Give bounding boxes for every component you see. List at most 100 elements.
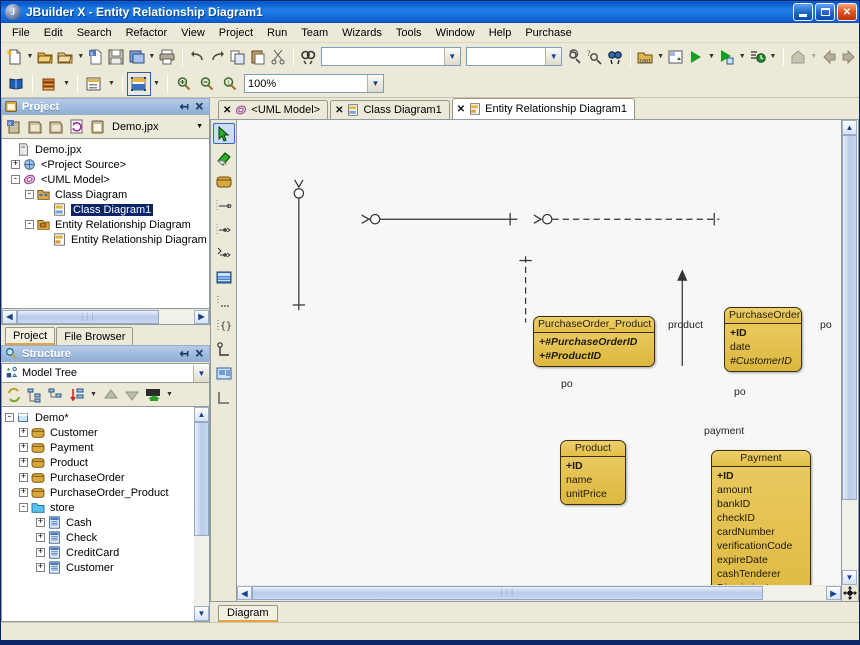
search-again-icon[interactable] <box>565 46 584 68</box>
home-dropdown-icon[interactable]: ▼ <box>809 46 819 68</box>
scroll-thumb[interactable] <box>842 135 857 501</box>
dependency-tool-icon[interactable] <box>213 291 235 312</box>
expander-icon[interactable]: - <box>11 175 20 184</box>
scroll-right-button[interactable]: ▶ <box>194 309 209 324</box>
close-icon[interactable]: ✕ <box>335 105 343 116</box>
zoom-level-combo[interactable]: 100% ▼ <box>244 74 384 93</box>
expander-icon[interactable]: + <box>36 548 45 557</box>
close-icon[interactable]: ✕ <box>192 347 207 360</box>
entity-product[interactable]: Product +ID name unitPrice <box>560 440 626 505</box>
filter-dropdown-icon[interactable]: ▼ <box>164 384 175 406</box>
tree-row-class-diagram1[interactable]: Class Diagram1 <box>5 202 209 217</box>
optimize-dropdown-icon[interactable]: ▼ <box>768 46 778 68</box>
search-dropdown-icon[interactable]: ▼ <box>443 48 460 65</box>
tab-project[interactable]: Project <box>5 327 56 345</box>
menu-team[interactable]: Team <box>294 25 335 41</box>
open-file-icon[interactable] <box>56 46 75 68</box>
new-ui-dropdown-icon[interactable]: ▼ <box>106 73 117 95</box>
layers-icon[interactable] <box>38 73 60 95</box>
designer-icon[interactable] <box>127 71 151 96</box>
expander-icon[interactable]: + <box>19 473 28 482</box>
tree-row-class-diagram-folder[interactable]: - Class Diagram <box>5 187 209 202</box>
tree-row-package-store[interactable]: - store <box>5 500 194 515</box>
undo-icon[interactable] <box>188 46 207 68</box>
expander-icon[interactable]: + <box>19 488 28 497</box>
structure-tree[interactable]: - Demo* + Customer + Payment + Product +… <box>1 406 194 622</box>
canvas-navigator-button[interactable] <box>841 585 858 601</box>
document-tab-class-diagram1[interactable]: ✕ Class Diagram1 <box>330 100 450 119</box>
sort-icon[interactable] <box>67 385 86 404</box>
close-project-icon[interactable]: x <box>4 117 23 136</box>
save-icon[interactable] <box>107 46 126 68</box>
sort-dropdown-icon[interactable]: ▼ <box>88 384 99 406</box>
zoom-out-icon[interactable] <box>196 73 218 95</box>
redo-icon[interactable] <box>208 46 227 68</box>
dock-icon[interactable]: ↤ <box>177 100 192 113</box>
debug-icon[interactable] <box>717 46 736 68</box>
scroll-up-button[interactable]: ▲ <box>842 120 857 135</box>
expander-icon[interactable]: + <box>36 563 45 572</box>
tree-row-er-folder[interactable]: - Entity Relationship Diagram <box>5 217 209 232</box>
sync-icon[interactable] <box>4 385 23 404</box>
close-icon[interactable]: ✕ <box>223 105 231 116</box>
corner-tool-icon[interactable] <box>213 387 235 408</box>
browse-classes-icon[interactable] <box>606 46 625 68</box>
scroll-thumb[interactable]: ┊┊┊ <box>17 309 159 324</box>
scroll-track[interactable] <box>842 135 857 570</box>
menu-run[interactable]: Run <box>260 25 294 41</box>
close-icon[interactable]: ✕ <box>192 100 207 113</box>
many-to-many-tool-icon[interactable] <box>213 243 235 264</box>
menu-file[interactable]: File <box>5 25 37 41</box>
entity-purchaseorder[interactable]: PurchaseOrder +ID date #CustomerID <box>724 307 802 372</box>
expander-icon[interactable]: - <box>5 413 14 422</box>
class-dropdown-icon[interactable]: ▼ <box>545 48 562 65</box>
add-files-icon[interactable] <box>25 117 44 136</box>
expand-all-icon[interactable] <box>25 385 44 404</box>
scroll-down-button[interactable]: ▼ <box>194 606 209 621</box>
home-icon[interactable] <box>789 46 808 68</box>
structure-view-combo[interactable]: Model Tree ▼ <box>1 363 210 383</box>
back-icon[interactable] <box>820 46 839 68</box>
project-tree[interactable]: Demo.jpx + <Project Source> - <UML Model… <box>1 138 210 309</box>
close-file-icon[interactable]: x <box>87 46 106 68</box>
structure-tree-vscrollbar[interactable]: ▲ ▼ <box>194 406 210 622</box>
scroll-up-button[interactable]: ▲ <box>194 407 209 422</box>
maximize-button[interactable] <box>815 3 835 21</box>
diagram-canvas[interactable]: PurchaseOrder_Product +#PurchaseOrderID … <box>237 120 841 585</box>
new-file-dropdown-icon[interactable]: ▼ <box>25 46 35 68</box>
minimize-button[interactable] <box>793 3 813 21</box>
menu-wizards[interactable]: Wizards <box>335 25 389 41</box>
designer-dropdown-icon[interactable]: ▼ <box>151 73 162 95</box>
tree-row-demo-root[interactable]: - Demo* <box>5 410 194 425</box>
menu-project[interactable]: Project <box>212 25 260 41</box>
scroll-thumb[interactable] <box>194 422 209 537</box>
paste-icon[interactable] <box>248 46 267 68</box>
search-input[interactable]: ▼ <box>320 47 461 66</box>
scroll-left-button[interactable]: ◀ <box>2 309 17 324</box>
menu-view[interactable]: View <box>174 25 212 41</box>
entity-purchaseorder-product[interactable]: PurchaseOrder_Product +#PurchaseOrderID … <box>533 316 655 367</box>
anchor-tool-icon[interactable] <box>213 339 235 360</box>
document-tab-er-diagram1[interactable]: ✕ Entity Relationship Diagram1 <box>451 98 635 119</box>
project-properties-icon[interactable] <box>88 117 107 136</box>
eraser-tool-icon[interactable] <box>213 147 235 168</box>
project-tree-hscrollbar[interactable]: ◀ ┊┊┊ ▶ <box>1 309 210 325</box>
canvas-vscrollbar[interactable]: ▲ ▼ <box>841 120 857 585</box>
table-tool-icon[interactable] <box>213 267 235 288</box>
view-tab-diagram[interactable]: Diagram <box>218 605 278 622</box>
close-button[interactable]: ✕ <box>837 3 857 21</box>
menu-help[interactable]: Help <box>482 25 519 41</box>
remove-files-icon[interactable] <box>46 117 65 136</box>
class-input[interactable]: ▼ <box>465 47 563 66</box>
run-icon[interactable] <box>687 46 706 68</box>
tab-file-browser[interactable]: File Browser <box>56 327 134 345</box>
refresh-icon[interactable] <box>67 117 86 136</box>
new-ui-icon[interactable] <box>83 73 105 95</box>
zoom-in-icon[interactable] <box>173 73 195 95</box>
scroll-track[interactable] <box>194 422 209 606</box>
tree-row-entity-product[interactable]: + Product <box>5 455 194 470</box>
menu-refactor[interactable]: Refactor <box>119 25 175 41</box>
menu-tools[interactable]: Tools <box>389 25 429 41</box>
constraint-tool-icon[interactable]: {} <box>213 315 235 336</box>
tree-row-class-cash[interactable]: + Cash <box>5 515 194 530</box>
